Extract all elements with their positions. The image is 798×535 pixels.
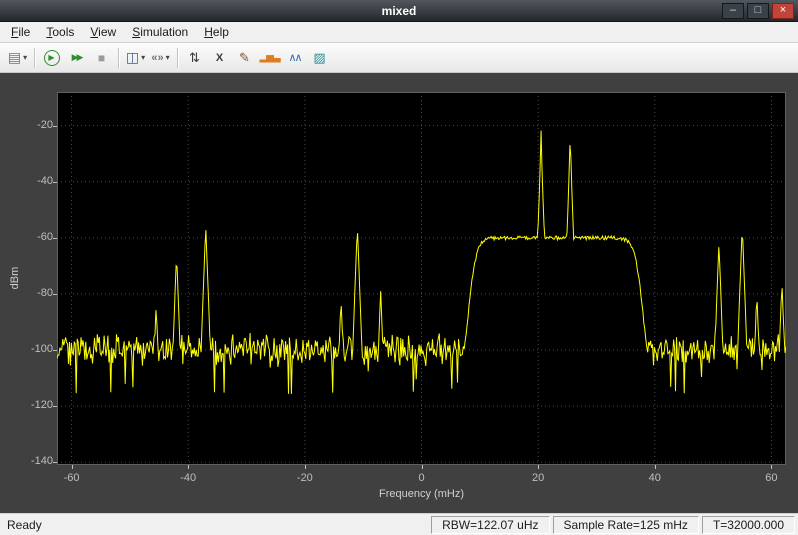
x-tick-mark	[305, 465, 306, 469]
y-tick-label: -140	[19, 455, 53, 467]
scope-settings-button[interactable]: ▤ ▾	[6, 46, 29, 70]
x-tick-label: -20	[287, 472, 323, 484]
y-tick-mark	[53, 406, 57, 407]
minimize-button[interactable]: –	[722, 3, 744, 19]
chevron-down-icon: ▾	[23, 53, 27, 62]
measurements-icon: ✎	[239, 50, 250, 66]
histogram-icon: ▂▅▃	[259, 52, 279, 63]
spectrogram-icon: ▨	[313, 50, 325, 66]
step-forward-button[interactable]: ▶▶	[65, 46, 88, 70]
menu-view[interactable]: View	[82, 22, 124, 42]
y-tick-label: -120	[19, 399, 53, 411]
y-tick-mark	[53, 126, 57, 127]
autoscale-x-icon: X	[216, 52, 223, 64]
x-tick-mark	[188, 465, 189, 469]
chevron-down-icon: ▾	[166, 53, 170, 62]
x-tick-mark	[72, 465, 73, 469]
x-tick-label: -60	[54, 472, 90, 484]
y-tick-mark	[53, 294, 57, 295]
status-ready: Ready	[0, 518, 431, 532]
close-icon: ×	[780, 4, 786, 16]
statusbar: Ready RBW=122.07 uHz Sample Rate=125 mHz…	[0, 513, 798, 535]
minimize-icon: –	[730, 4, 736, 16]
scope-settings-icon: ▤	[8, 49, 21, 66]
y-tick-label: -40	[19, 175, 53, 187]
x-tick-mark	[771, 465, 772, 469]
menu-tools[interactable]: Tools	[38, 22, 82, 42]
step-forward-icon: ▶▶	[72, 52, 82, 63]
peak-finder-button[interactable]: ∧∧	[283, 46, 306, 70]
stop-icon: ■	[98, 51, 105, 65]
x-tick-label: 60	[753, 472, 789, 484]
y-tick-label: -20	[19, 119, 53, 131]
histogram-button[interactable]: ▂▅▃	[258, 46, 281, 70]
y-tick-mark	[53, 182, 57, 183]
spectrum-trace-canvas	[57, 92, 786, 465]
open-model-icon: ◫	[126, 49, 139, 66]
plot-region: dBm Frequency (mHz) -60-40-200204060-20-…	[0, 73, 798, 513]
titlebar[interactable]: mixed – □ ×	[0, 0, 798, 22]
run-icon: ▶	[44, 50, 60, 66]
menu-help[interactable]: Help	[196, 22, 237, 42]
y-tick-label: -80	[19, 287, 53, 299]
menubar: File Tools View Simulation Help	[0, 22, 798, 43]
open-model-button[interactable]: ◫ ▾	[124, 46, 147, 70]
toolbar-separator	[118, 48, 119, 68]
window-controls: – □ ×	[722, 3, 798, 19]
x-tick-mark	[538, 465, 539, 469]
run-button[interactable]: ▶	[40, 46, 63, 70]
y-tick-label: -60	[19, 231, 53, 243]
y-tick-label: -100	[19, 343, 53, 355]
expand-axes-button[interactable]: ⇅	[183, 46, 206, 70]
spectrum-plot[interactable]	[57, 92, 786, 465]
expand-axes-icon: ⇅	[189, 50, 200, 66]
toolbar: ▤ ▾ ▶ ▶▶ ■ ◫ ▾ «» ▾ ⇅ X ✎	[0, 43, 798, 73]
maximize-icon: □	[755, 4, 762, 16]
close-button[interactable]: ×	[772, 3, 794, 19]
menu-file[interactable]: File	[3, 22, 38, 42]
window-title: mixed	[0, 4, 798, 18]
y-tick-mark	[53, 238, 57, 239]
toolbar-separator	[177, 48, 178, 68]
x-tick-label: 20	[520, 472, 556, 484]
spectrogram-button[interactable]: ▨	[308, 46, 331, 70]
x-tick-label: 0	[404, 472, 440, 484]
scope-window: mixed – □ × File Tools View Simulation H…	[0, 0, 798, 535]
maximize-button[interactable]: □	[747, 3, 769, 19]
x-tick-label: 40	[637, 472, 673, 484]
y-tick-mark	[53, 350, 57, 351]
measurements-button[interactable]: ✎	[233, 46, 256, 70]
autoscale-x-button[interactable]: X	[208, 46, 231, 70]
status-sample-rate: Sample Rate=125 mHz	[553, 516, 699, 534]
x-tick-label: -40	[170, 472, 206, 484]
peak-finder-icon: ∧∧	[288, 51, 300, 64]
toolbar-separator	[34, 48, 35, 68]
stop-button[interactable]: ■	[90, 46, 113, 70]
chevron-down-icon: ▾	[141, 53, 145, 62]
x-tick-mark	[655, 465, 656, 469]
status-time: T=32000.000	[702, 516, 795, 534]
y-tick-mark	[53, 462, 57, 463]
x-tick-mark	[422, 465, 423, 469]
status-rbw: RBW=122.07 uHz	[431, 516, 549, 534]
signal-selector-icon: «»	[151, 52, 163, 64]
menu-simulation[interactable]: Simulation	[124, 22, 196, 42]
signal-selector-button[interactable]: «» ▾	[149, 46, 172, 70]
x-axis-label: Frequency (mHz)	[57, 488, 786, 500]
